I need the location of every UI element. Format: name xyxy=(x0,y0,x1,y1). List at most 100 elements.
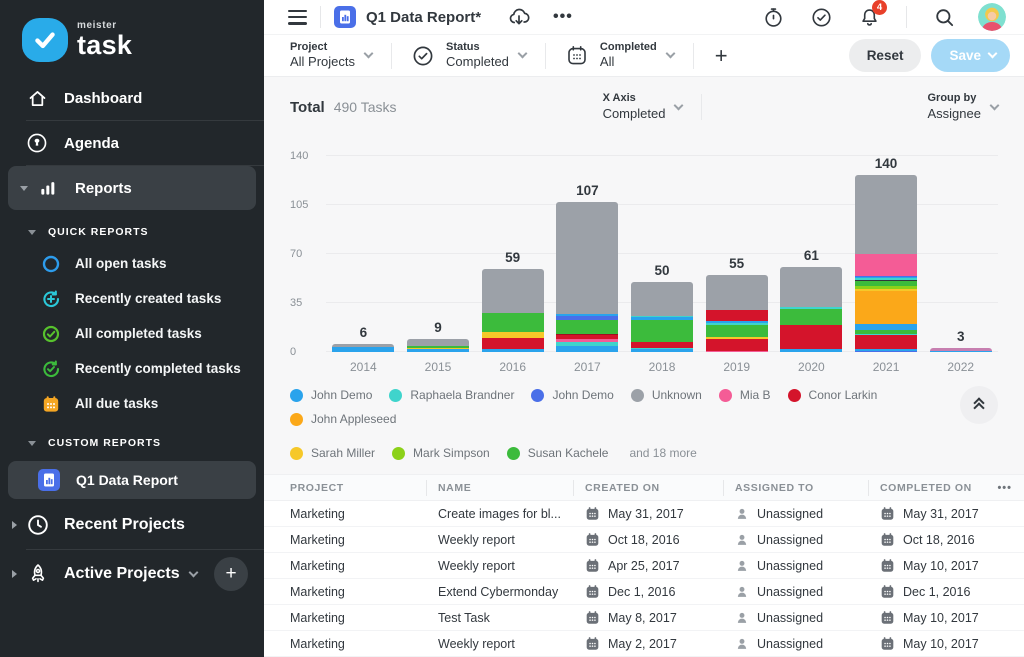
bar-2020[interactable]: 612020 xyxy=(774,156,849,352)
bar-stack[interactable] xyxy=(631,282,693,352)
bar-2019[interactable]: 552019 xyxy=(699,156,774,352)
divider xyxy=(693,43,694,69)
divider xyxy=(320,6,321,28)
bar-2021[interactable]: 1402021 xyxy=(849,156,924,352)
sidebar-item-agenda[interactable]: Agenda xyxy=(0,121,264,165)
legend-item[interactable]: John Demo xyxy=(531,388,613,402)
bar-stack[interactable] xyxy=(855,175,917,352)
save-button[interactable]: Save xyxy=(931,39,1010,72)
more-options-icon[interactable]: ••• xyxy=(553,8,573,26)
avatar[interactable] xyxy=(978,3,1006,31)
bar-segment xyxy=(780,267,842,307)
cell-name[interactable]: Test Task xyxy=(438,611,585,625)
section-quick-reports[interactable]: QUICK REPORTS xyxy=(0,210,264,246)
column-header-assigned-to[interactable]: ASSIGNED TO xyxy=(735,482,880,494)
cloud-download-icon[interactable] xyxy=(507,5,531,29)
sidebar-item-active-projects[interactable]: Active Projects + xyxy=(0,550,264,598)
cell-name[interactable]: Extend Cybermonday xyxy=(438,585,585,599)
app-logo[interactable]: meister task xyxy=(0,0,264,76)
sidebar-item-all-completed-tasks[interactable]: All completed tasks xyxy=(0,316,264,351)
legend-item[interactable]: John Appleseed xyxy=(290,412,396,426)
bar-stack[interactable] xyxy=(332,344,394,352)
legend-item[interactable]: Conor Larkin xyxy=(788,388,878,402)
legend-item[interactable]: John Demo xyxy=(290,388,372,402)
collapse-chart-button[interactable] xyxy=(960,386,998,424)
legend-item[interactable]: Mark Simpson xyxy=(392,446,490,460)
caret-right-icon[interactable] xyxy=(12,521,17,529)
cell-name[interactable]: Weekly report xyxy=(438,637,585,651)
chevron-down-icon[interactable] xyxy=(188,567,198,577)
chevron-down-icon xyxy=(665,49,675,59)
calendar-icon xyxy=(880,506,895,521)
bar-stack[interactable] xyxy=(407,339,469,352)
caret-down-icon[interactable] xyxy=(28,441,36,446)
menu-icon[interactable] xyxy=(288,10,307,25)
search-icon[interactable] xyxy=(932,5,956,29)
bar-2022[interactable]: 32022 xyxy=(923,156,998,352)
sidebar-item-recently-created-tasks[interactable]: Recently created tasks xyxy=(0,281,264,316)
column-header-completed-on[interactable]: COMPLETED ON xyxy=(880,482,988,494)
legend-item[interactable]: Sarah Miller xyxy=(290,446,375,460)
y-axis-tick: 35 xyxy=(290,297,302,309)
section-custom-reports[interactable]: CUSTOM REPORTS xyxy=(0,421,264,457)
filter-completed[interactable]: Completed All xyxy=(565,41,674,71)
bar-stack[interactable] xyxy=(482,269,544,352)
bar-2015[interactable]: 92015 xyxy=(401,156,476,352)
table-row[interactable]: MarketingCreate images for bl...May 31, … xyxy=(264,501,1024,527)
sidebar-item-q1-data-report[interactable]: Q1 Data Report xyxy=(8,461,256,499)
legend-item[interactable]: Susan Kachele xyxy=(507,446,609,460)
bar-stack[interactable] xyxy=(780,267,842,352)
group-by-selector[interactable]: Group by Assignee xyxy=(928,92,998,122)
reset-button[interactable]: Reset xyxy=(849,39,922,72)
column-header-created-on[interactable]: CREATED ON xyxy=(585,482,735,494)
cell-name[interactable]: Weekly report xyxy=(438,559,585,573)
caret-down-icon[interactable] xyxy=(20,186,28,191)
caret-right-icon[interactable] xyxy=(12,570,17,578)
legend-item[interactable]: Mia B xyxy=(719,388,771,402)
caret-down-icon[interactable] xyxy=(28,230,36,235)
column-header-project[interactable]: PROJECT xyxy=(290,482,438,494)
table-more-options-icon[interactable]: ••• xyxy=(988,482,1012,494)
bar-segment xyxy=(482,338,544,349)
sidebar-item-all-due-tasks[interactable]: All due tasks xyxy=(0,386,264,421)
table-row[interactable]: MarketingWeekly reportOct 18, 2016Unassi… xyxy=(264,527,1024,553)
bar-value-label: 3 xyxy=(957,329,965,344)
sidebar-item-recent-projects[interactable]: Recent Projects xyxy=(0,501,264,549)
legend-item[interactable]: Raphaela Brandner xyxy=(389,388,514,402)
add-filter-button[interactable]: + xyxy=(715,43,728,69)
column-header-name[interactable]: NAME xyxy=(438,482,585,494)
bar-stack[interactable] xyxy=(556,202,618,352)
bar-2017[interactable]: 1072017 xyxy=(550,156,625,352)
assignee-icon xyxy=(735,533,749,547)
bar-2016[interactable]: 592016 xyxy=(475,156,550,352)
bar-stack[interactable] xyxy=(930,348,992,352)
timer-icon[interactable] xyxy=(761,5,785,29)
table-row[interactable]: MarketingWeekly reportApr 25, 2017Unassi… xyxy=(264,553,1024,579)
report-title[interactable]: Q1 Data Report* xyxy=(366,9,481,26)
x-axis-selector[interactable]: X Axis Completed xyxy=(603,92,683,122)
bar-stack[interactable] xyxy=(706,275,768,352)
calendar-icon xyxy=(585,610,600,625)
sidebar-item-reports[interactable]: Reports xyxy=(8,166,256,210)
check-circle-icon[interactable] xyxy=(809,5,833,29)
table-row[interactable]: MarketingTest TaskMay 8, 2017UnassignedM… xyxy=(264,605,1024,631)
calendar-icon xyxy=(880,532,895,547)
sidebar-item-all-open-tasks[interactable]: All open tasks xyxy=(0,246,264,281)
bar-2018[interactable]: 502018 xyxy=(625,156,700,352)
calendar-icon xyxy=(42,395,60,413)
selector-label: Group by xyxy=(928,92,981,106)
table-row[interactable]: MarketingExtend CybermondayDec 1, 2016Un… xyxy=(264,579,1024,605)
sidebar-item-dashboard[interactable]: Dashboard xyxy=(0,76,264,120)
table-row[interactable]: MarketingWeekly reportMay 2, 2017Unassig… xyxy=(264,631,1024,657)
cell-name[interactable]: Weekly report xyxy=(438,533,585,547)
filter-project[interactable]: Project All Projects xyxy=(290,41,372,71)
bar-segment xyxy=(631,320,693,342)
bell-icon[interactable]: 4 xyxy=(857,5,881,29)
filter-status[interactable]: Status Completed xyxy=(411,41,526,71)
sidebar-item-recently-completed-tasks[interactable]: Recently completed tasks xyxy=(0,351,264,386)
add-project-button[interactable]: + xyxy=(214,557,248,591)
cell-name[interactable]: Create images for bl... xyxy=(438,507,585,521)
legend-more[interactable]: and 18 more xyxy=(629,446,696,460)
bar-2014[interactable]: 62014 xyxy=(326,156,401,352)
legend-item[interactable]: Unknown xyxy=(631,388,702,402)
